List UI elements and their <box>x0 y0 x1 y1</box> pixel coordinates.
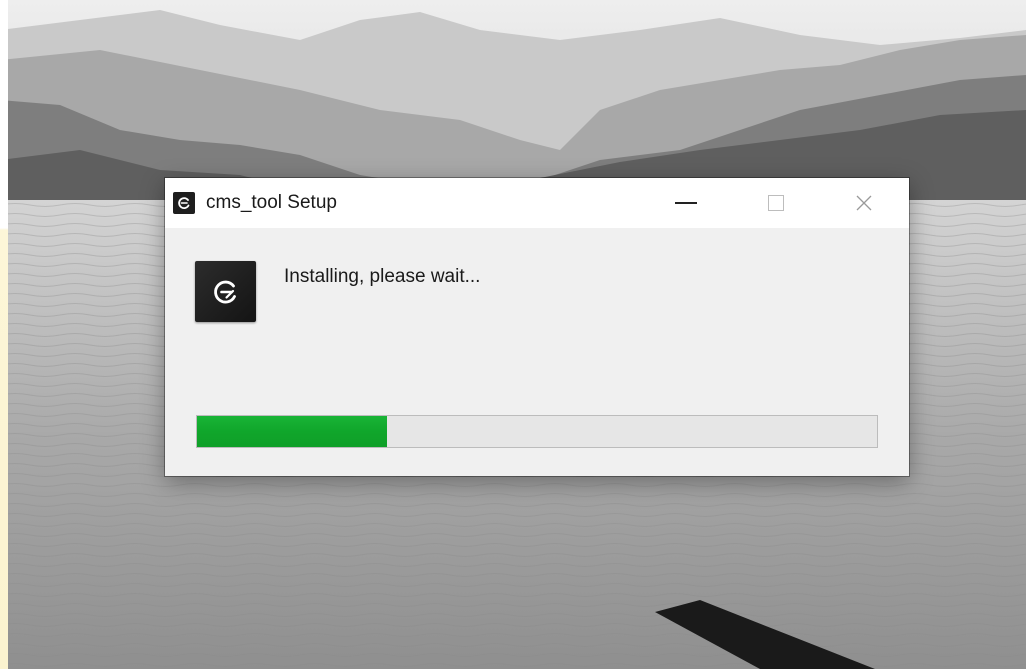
install-progress-fill <box>197 416 388 447</box>
window-title: cms_tool Setup <box>206 192 337 213</box>
cms-tool-app-icon <box>173 192 195 214</box>
install-progress-bar <box>196 415 878 448</box>
setup-window: cms_tool Setup Installing, please wait..… <box>165 178 909 476</box>
close-button[interactable] <box>819 178 909 228</box>
installer-body: Installing, please wait... <box>165 228 909 476</box>
title-bar[interactable]: cms_tool Setup <box>165 178 909 228</box>
maximize-button[interactable] <box>731 178 821 228</box>
installer-logo-icon <box>195 261 256 322</box>
left-edge-strip <box>0 0 8 669</box>
desktop: cms_tool Setup Installing, please wait..… <box>0 0 1026 669</box>
close-icon <box>856 195 872 211</box>
maximize-icon <box>768 195 784 211</box>
minimize-button[interactable] <box>641 178 731 228</box>
install-status-text: Installing, please wait... <box>284 266 481 287</box>
minimize-icon <box>675 202 697 204</box>
